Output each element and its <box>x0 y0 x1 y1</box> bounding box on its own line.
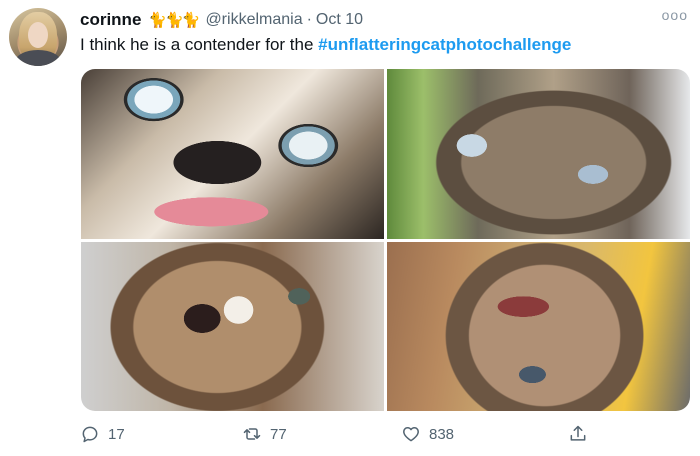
share-button[interactable] <box>568 424 588 444</box>
share-icon <box>568 424 588 444</box>
cat-photo-2[interactable] <box>387 69 690 239</box>
tweet-text-body: I think he is a contender for the <box>80 35 319 54</box>
tweet-text: I think he is a contender for the #unfla… <box>80 33 571 57</box>
user-handle[interactable]: @rikkelmania <box>205 11 302 29</box>
like-count: 838 <box>429 425 455 443</box>
retweet-button[interactable]: 77 <box>242 424 287 444</box>
media-grid <box>81 69 690 411</box>
cat-photo-1[interactable] <box>81 69 384 239</box>
cat-photo-3[interactable] <box>81 242 384 411</box>
tweet-date[interactable]: Oct 10 <box>316 11 363 29</box>
avatar[interactable] <box>9 8 67 66</box>
display-name[interactable]: corinne <box>80 10 141 30</box>
reply-count: 17 <box>108 425 125 443</box>
heart-icon <box>401 424 421 444</box>
like-button[interactable]: 838 <box>401 424 454 444</box>
reply-button[interactable]: 17 <box>80 424 125 444</box>
tweet-header: corinne 🐈🐈🐈 @rikkelmania · Oct 10 <box>80 9 363 31</box>
retweet-count: 77 <box>270 425 287 443</box>
separator-dot: · <box>306 11 312 28</box>
avatar-face <box>28 22 48 48</box>
reply-icon <box>80 424 100 444</box>
tweet-actions: 17 77 838 <box>80 424 600 448</box>
hashtag-link[interactable]: #unflatteringcatphotochallenge <box>318 35 571 54</box>
cat-photo-4[interactable] <box>387 242 690 411</box>
more-options-icon[interactable]: ooo <box>662 7 688 23</box>
retweet-icon <box>242 424 262 444</box>
cat-emoji-icons: 🐈🐈🐈 <box>148 12 200 29</box>
